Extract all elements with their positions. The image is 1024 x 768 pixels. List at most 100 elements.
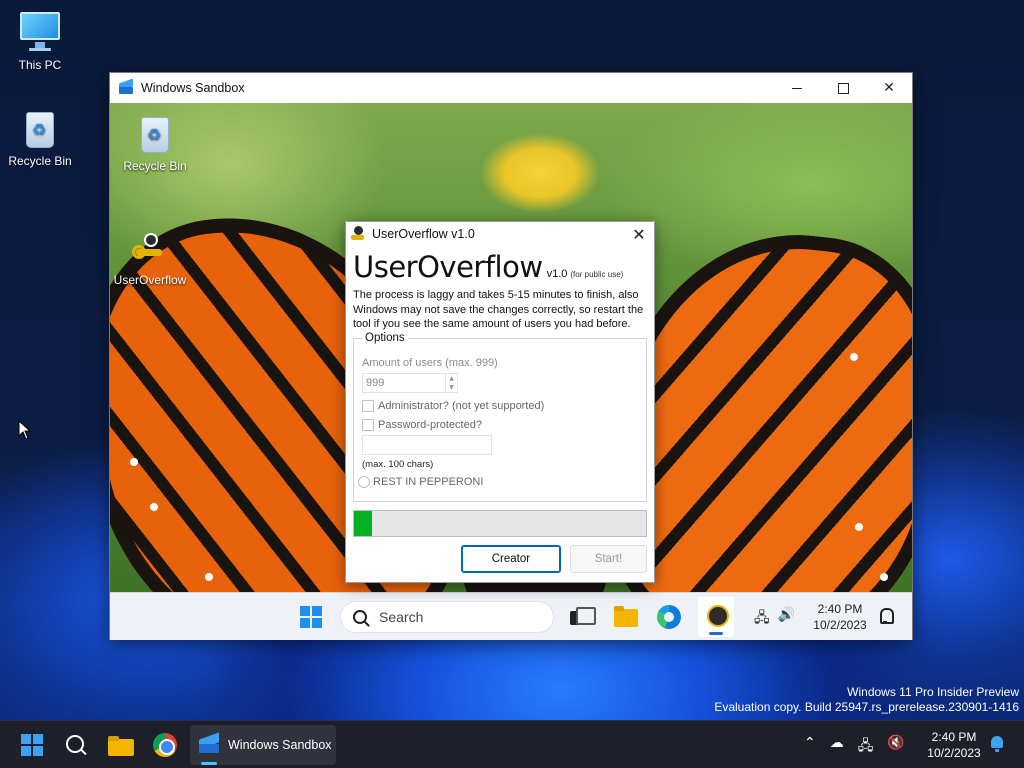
chevron-up-icon[interactable]: ⌃ (804, 735, 816, 759)
wallpaper-dot (880, 573, 888, 581)
notification-bell-icon[interactable] (878, 608, 894, 624)
sandbox-taskbar: Search 🖧 🔊 2:40 PM 10/2/2023 (110, 592, 912, 640)
sandbox-titlebar[interactable]: Windows Sandbox ✕ (110, 73, 912, 103)
options-group: Options Amount of users (max. 999) 999 ▲… (353, 331, 647, 502)
progress-fill (354, 510, 372, 536)
mouse-cursor-icon (18, 420, 32, 440)
desktop-icon-label: UserOverflow (113, 273, 187, 287)
app-name: UserOverflow (353, 250, 543, 284)
recycle-bin-icon (18, 106, 62, 150)
host-system-tray: ⌃ ☁ 🖧 🔇 (804, 735, 905, 759)
recycle-bin-icon (133, 111, 177, 155)
minimize-button[interactable] (774, 73, 820, 103)
sandbox-desktop: Recycle Bin UserOverflow Search 🖧 🔊 (110, 103, 912, 640)
clock-date: 10/2/2023 (813, 618, 867, 632)
sandbox-logo-icon (198, 736, 220, 754)
chrome-icon[interactable] (153, 733, 177, 757)
system-tray: 🖧 🔊 (754, 607, 795, 631)
amount-stepper[interactable]: 999 ▲ ▼ (362, 372, 638, 393)
host-clock-date: 10/2/2023 (927, 746, 981, 760)
evaluation-watermark: Windows 11 Pro Insider Preview Evaluatio… (714, 685, 1019, 715)
useroverflow-icon (132, 233, 168, 269)
wallpaper-dot (130, 458, 138, 466)
amount-input[interactable]: 999 (362, 372, 446, 393)
desktop-icon-label: Recycle Bin (8, 154, 72, 168)
pepperoni-radio-row[interactable]: REST IN PEPPERONI (358, 475, 638, 488)
desktop-icon-label: This PC (18, 58, 62, 72)
task-view-icon[interactable] (568, 603, 596, 631)
stepper-buttons: ▲ ▼ (446, 372, 458, 393)
edge-icon[interactable] (655, 603, 683, 631)
dialog-body: UserOverflow v1.0 (for public use) The p… (346, 250, 654, 573)
file-explorer-icon[interactable] (108, 734, 134, 756)
watermark-line2: Evaluation copy. Build 25947.rs_prerelea… (714, 700, 1019, 714)
amount-label: Amount of users (max. 999) (362, 356, 498, 369)
taskbar-clock[interactable]: 2:40 PM 10/2/2023 (810, 601, 870, 633)
close-button[interactable]: ✕ (866, 73, 912, 103)
notification-bell-icon[interactable] (990, 736, 1004, 753)
useroverflow-taskbar-icon[interactable] (698, 597, 734, 637)
host-clock[interactable]: 2:40 PM 10/2/2023 (922, 729, 986, 761)
desktop-icon-label: Recycle Bin (123, 159, 187, 173)
start-button[interactable] (300, 606, 322, 628)
sandbox-window: Windows Sandbox ✕ Recycle Bin Us (109, 72, 913, 640)
maximize-button[interactable] (820, 73, 866, 103)
admin-checkbox[interactable] (362, 399, 374, 412)
network-icon[interactable]: 🖧 (858, 735, 874, 759)
options-legend: Options (362, 331, 408, 344)
useroverflow-dialog: UserOverflow v1.0 ✕ UserOverflow v1.0 (f… (345, 221, 655, 583)
host-taskbar: Windows Sandbox ⌃ ☁ 🖧 🔇 2:40 PM 10/2/202… (0, 720, 1024, 768)
password-max-note: (max. 100 chars) (362, 458, 434, 470)
sandbox-icon-useroverflow[interactable]: UserOverflow (110, 233, 195, 287)
windows-start-icon[interactable] (21, 734, 43, 756)
app-heading: UserOverflow v1.0 (for public use) (353, 250, 647, 284)
useroverflow-icon (350, 226, 366, 242)
volume-icon[interactable]: 🔊 (778, 607, 795, 631)
wallpaper-dot (850, 353, 858, 361)
search-placeholder: Search (379, 609, 424, 625)
app-version: v1.0 (546, 268, 568, 280)
desktop-icon-this-pc[interactable]: This PC (0, 10, 80, 72)
active-indicator (201, 762, 217, 765)
taskbar-item-windows-sandbox[interactable]: Windows Sandbox (190, 725, 336, 765)
stepper-down-icon[interactable]: ▼ (446, 383, 457, 392)
creator-button[interactable]: Creator (461, 544, 561, 573)
search-icon (353, 610, 367, 624)
wallpaper-dot (855, 523, 863, 531)
dialog-titlebar[interactable]: UserOverflow v1.0 ✕ (346, 222, 654, 246)
sandbox-title: Windows Sandbox (141, 81, 245, 95)
sandbox-logo-icon (118, 81, 134, 95)
volume-muted-icon[interactable]: 🔇 (887, 735, 904, 759)
progress-bar (353, 509, 647, 537)
network-icon[interactable]: 🖧 (754, 607, 770, 631)
monitor-icon (18, 10, 62, 54)
stepper-up-icon[interactable]: ▲ (446, 374, 457, 383)
admin-checkbox-row[interactable]: Administrator? (not yet supported) (362, 399, 638, 412)
password-checkbox-row[interactable]: Password-protected? (362, 418, 638, 431)
dialog-buttons: Creator Start! (353, 544, 647, 573)
desktop-icon-recycle-bin[interactable]: Recycle Bin (0, 106, 80, 168)
pepperoni-radio-label: REST IN PEPPERONI (373, 475, 484, 488)
host-clock-time: 2:40 PM (931, 730, 977, 744)
window-controls: ✕ (774, 73, 912, 103)
admin-checkbox-label: Administrator? (not yet supported) (378, 399, 545, 412)
app-tag: (for public use) (570, 270, 624, 279)
clock-time: 2:40 PM (817, 602, 863, 616)
onedrive-icon[interactable]: ☁ (830, 735, 844, 759)
wallpaper-dot (205, 573, 213, 581)
password-checkbox-label: Password-protected? (378, 418, 482, 431)
watermark-line1: Windows 11 Pro Insider Preview (847, 685, 1019, 699)
start-button-disabled[interactable]: Start! (569, 544, 647, 573)
dialog-close-button[interactable]: ✕ (624, 222, 654, 246)
taskbar-item-label: Windows Sandbox (228, 738, 332, 752)
sandbox-icon-recycle-bin[interactable]: Recycle Bin (110, 111, 200, 173)
search-icon[interactable] (65, 734, 87, 756)
file-explorer-icon[interactable] (612, 603, 640, 631)
password-input[interactable] (362, 434, 492, 455)
app-description: The process is laggy and takes 5-15 minu… (353, 289, 644, 330)
pepperoni-radio[interactable] (358, 475, 370, 488)
password-checkbox[interactable] (362, 418, 374, 431)
dialog-title: UserOverflow v1.0 (372, 227, 475, 241)
search-box[interactable]: Search (340, 601, 554, 633)
wallpaper-dot (150, 503, 158, 511)
